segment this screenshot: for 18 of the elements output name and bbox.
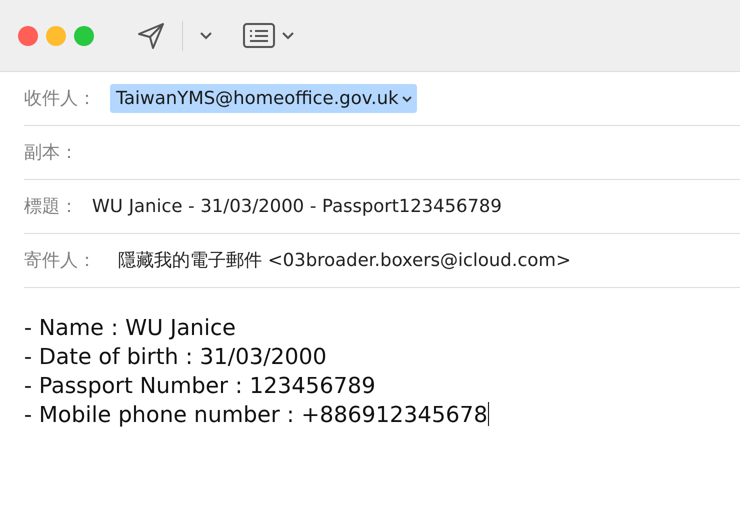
close-button[interactable] [18, 26, 38, 46]
text-cursor [488, 402, 489, 426]
send-icon[interactable] [136, 20, 166, 50]
body-line: - Name : WU Janice [24, 316, 236, 341]
field-value[interactable]: WU Janice - 31/03/2000 - Passport123456789 [92, 193, 502, 220]
field-label: 標題： [24, 195, 78, 219]
field-label: 寄件人： [24, 249, 96, 273]
field-label: 副本： [24, 141, 78, 165]
chevron-down-icon[interactable] [400, 94, 413, 104]
body-line: - Mobile phone number : +886912345678 [24, 403, 488, 428]
recipient-token[interactable]: TaiwanYMS@homeoffice.gov.uk [110, 84, 417, 113]
chevron-down-icon[interactable] [199, 30, 213, 40]
field-label: 收件人： [24, 87, 96, 111]
chevron-down-icon[interactable] [281, 30, 295, 40]
header-list-icon[interactable] [243, 22, 277, 48]
body-line: - Date of birth : 31/03/2000 [24, 345, 327, 370]
field-value[interactable]: 隱藏我的電子郵件 <03broader.boxers@icloud.com> [118, 247, 571, 274]
body-line: - Passport Number : 123456789 [24, 374, 376, 399]
